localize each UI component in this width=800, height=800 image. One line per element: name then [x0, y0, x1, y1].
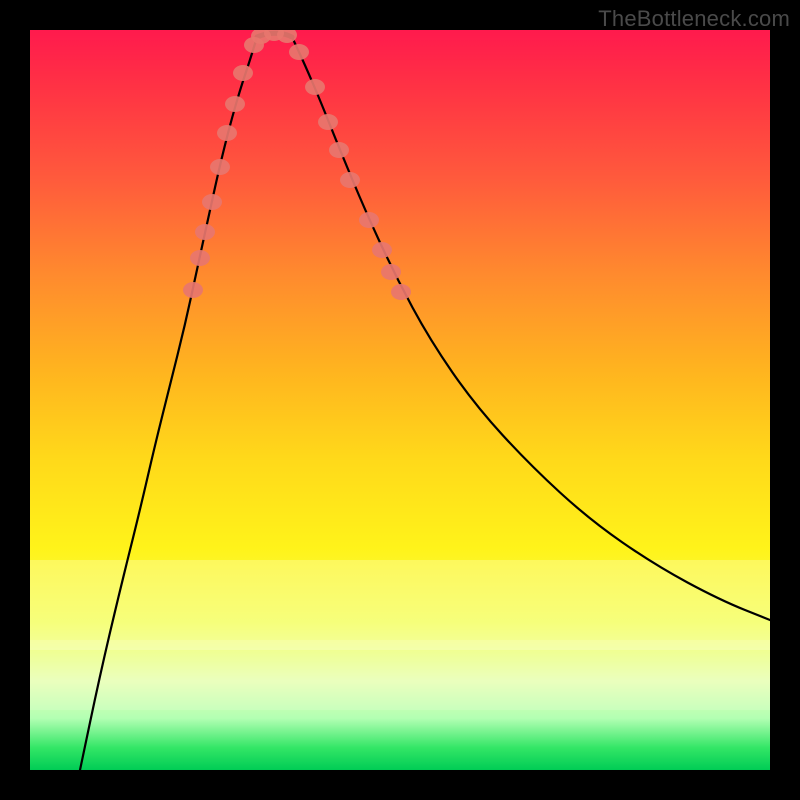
watermark-text: TheBottleneck.com [598, 6, 790, 32]
chart-plot-area [30, 30, 770, 770]
chart-frame: TheBottleneck.com [0, 0, 800, 800]
